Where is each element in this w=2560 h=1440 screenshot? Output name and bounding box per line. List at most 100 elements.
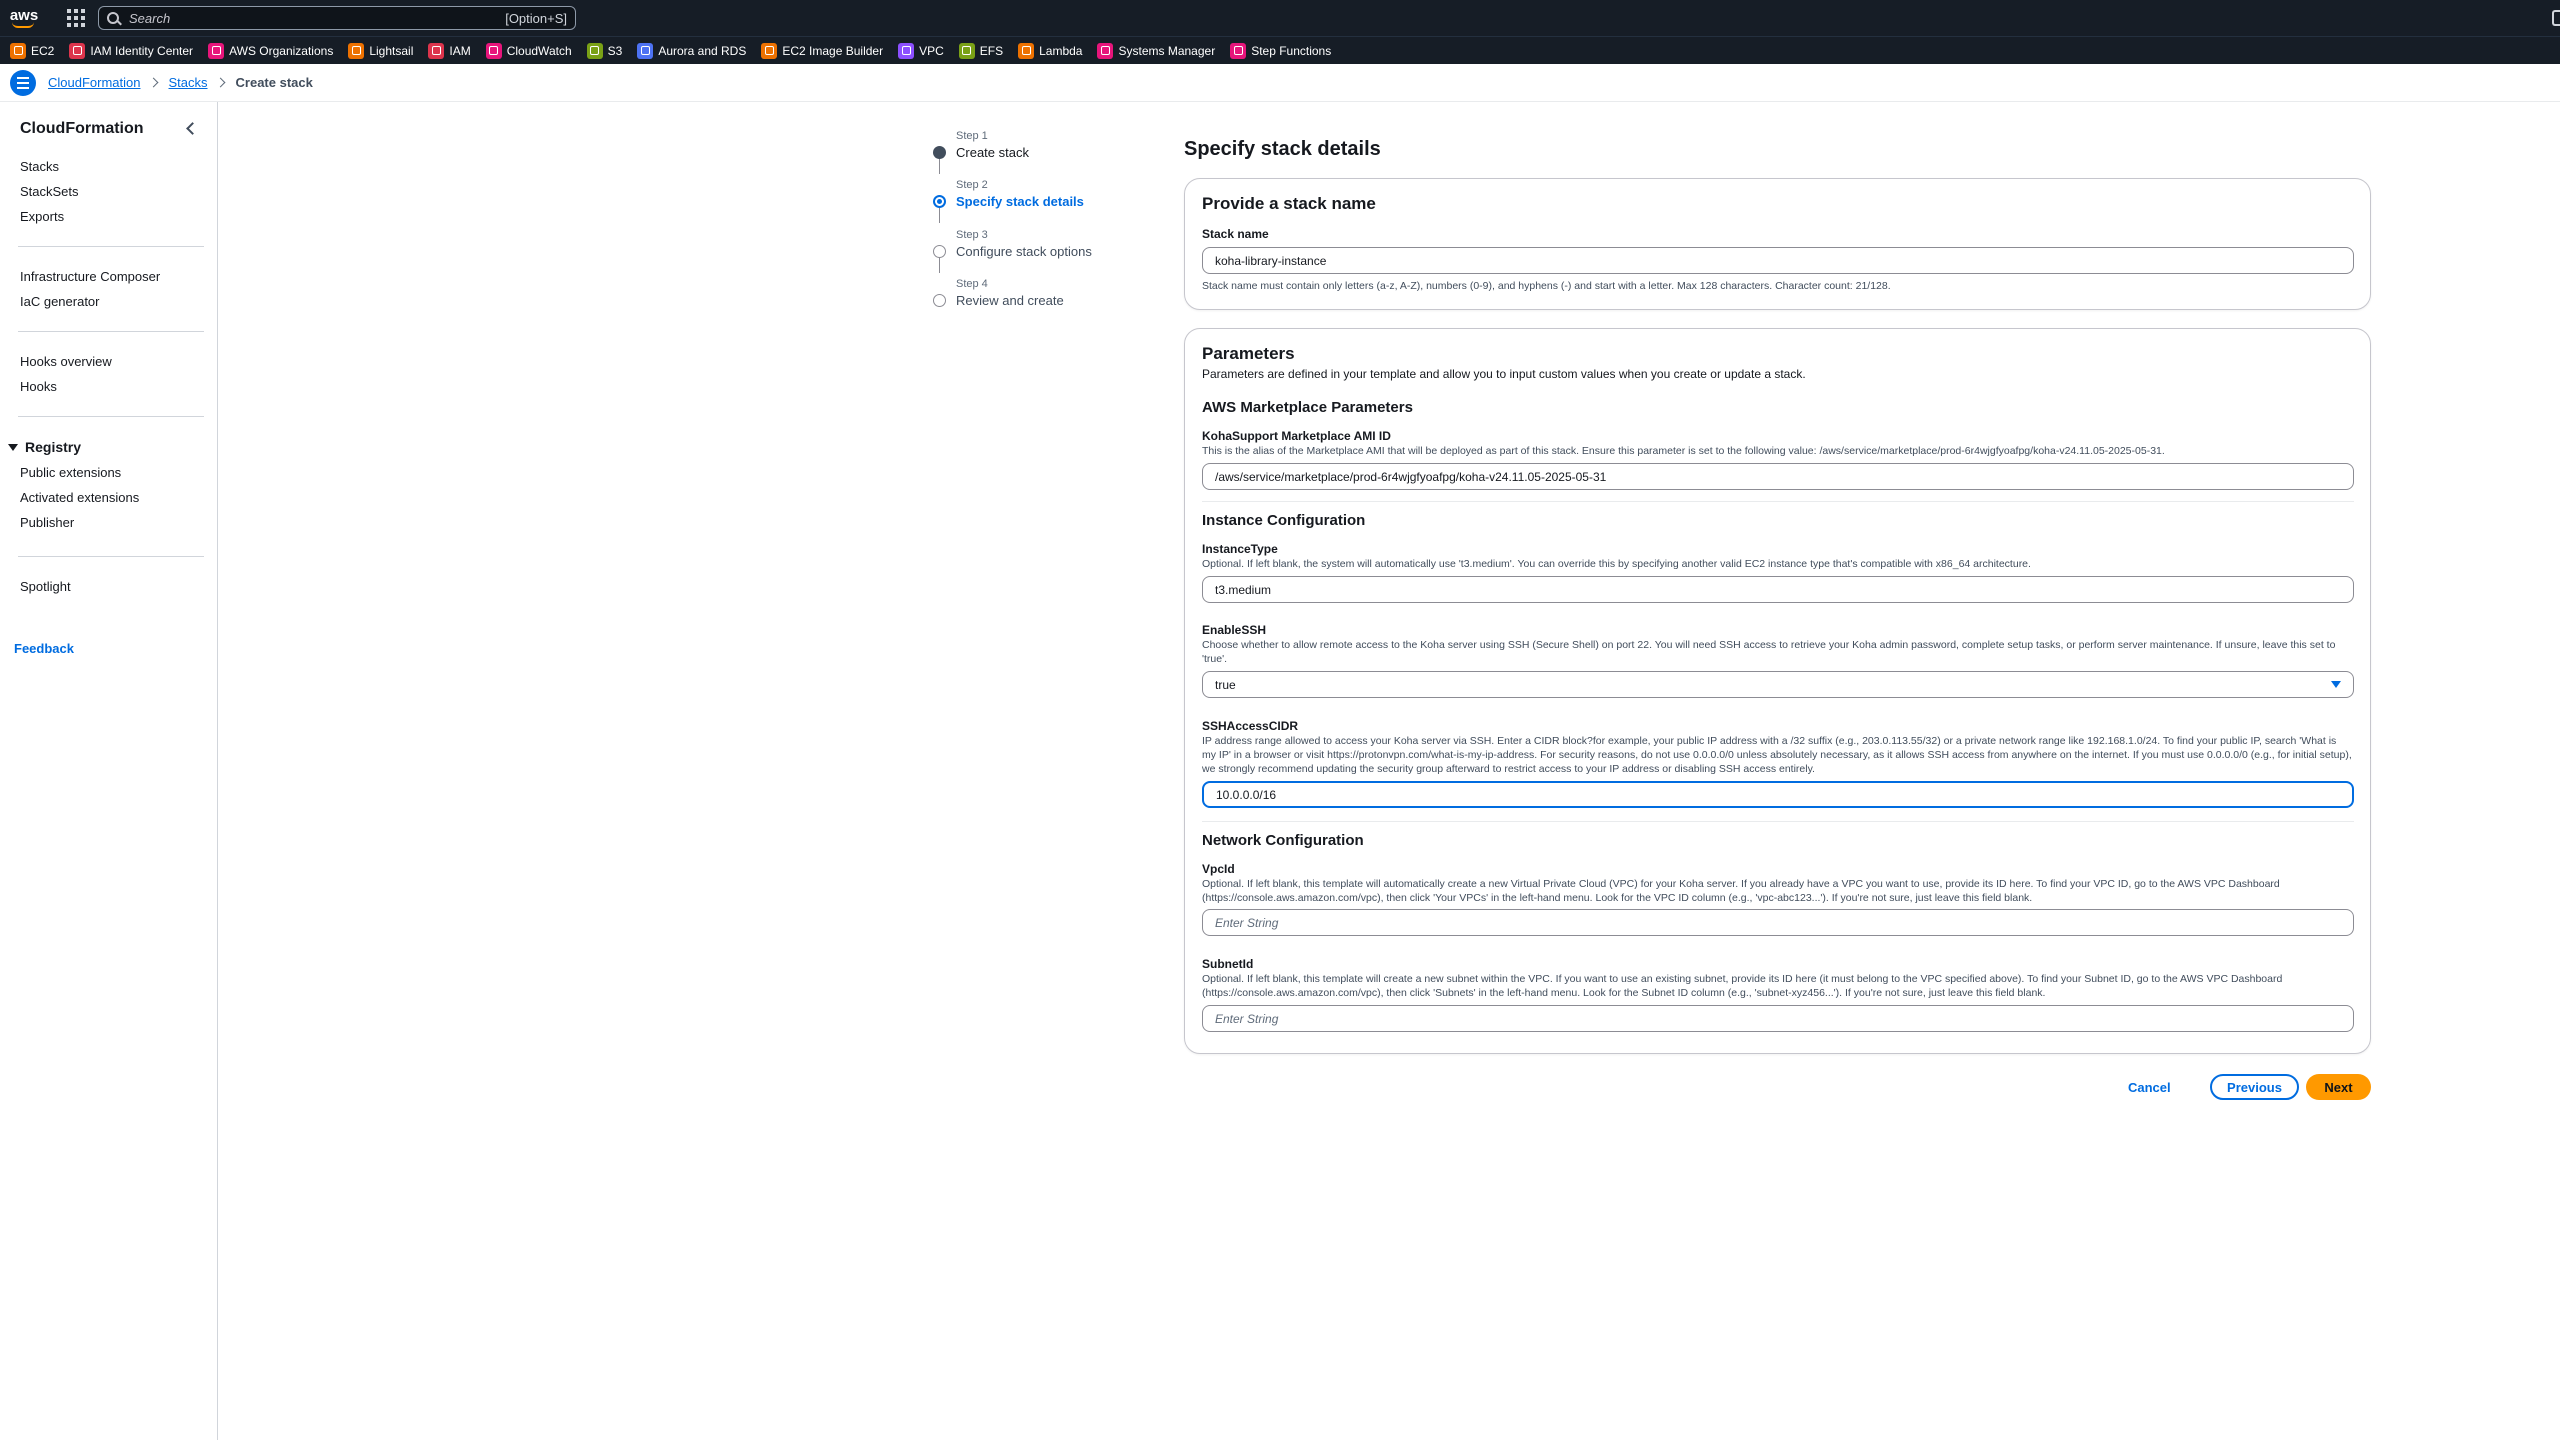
instance-type-label: InstanceType (1202, 542, 1278, 556)
lightsail-icon (348, 42, 365, 59)
favorite-systems-manager[interactable]: Systems Manager (1097, 42, 1216, 59)
favorite-label: EC2 Image Builder (782, 43, 884, 58)
stack-name-input[interactable] (1202, 247, 2354, 274)
chevron-right-icon (215, 77, 225, 88)
favorite-ec2-image-builder[interactable]: EC2 Image Builder (761, 42, 884, 59)
sidebar-item-activated-extensions[interactable]: Activated extensions (20, 490, 139, 505)
sidebar-item-stacks[interactable]: Stacks (20, 159, 59, 174)
feedback-link[interactable]: Feedback (14, 641, 74, 656)
parameters-container: Parameters Parameters are defined in you… (1184, 328, 2371, 1054)
panel-toggle-icon[interactable] (2552, 10, 2560, 26)
ec2-icon (10, 42, 26, 59)
favorite-ec2[interactable]: EC2 (10, 42, 54, 59)
vpc-id-input[interactable] (1202, 909, 2354, 936)
hamburger-menu-icon[interactable] (10, 69, 36, 96)
iam-identity-center-icon (69, 42, 86, 59)
vpc-id-description: Optional. If left blank, this template w… (1202, 878, 2280, 904)
caret-down-icon (8, 443, 18, 451)
search-shortcut: [Option+S] (505, 10, 567, 26)
vpc-id-label: VpcId (1202, 862, 1235, 876)
subnet-id-input[interactable] (1202, 1005, 2354, 1032)
favorite-label: EFS (979, 43, 1004, 58)
sidebar-item-public-extensions[interactable]: Public extensions (20, 465, 121, 480)
favorite-iam[interactable]: IAM (428, 42, 471, 59)
favorite-label: IAM Identity Center (90, 43, 194, 58)
section-divider (1202, 501, 2354, 502)
favorite-label: Systems Manager (1118, 43, 1216, 58)
sidebar-item-infrastructure-composer[interactable]: Infrastructure Composer (20, 269, 160, 284)
page-title: Specify stack details (1184, 138, 1381, 160)
services-grid-icon[interactable] (62, 4, 90, 32)
parameters-description: Parameters are defined in your template … (1202, 367, 1806, 381)
search-input[interactable]: Search [Option+S] (98, 6, 576, 30)
ssh-cidr-description: IP address range allowed to access your … (1202, 735, 2352, 775)
favorites-bar: EC2 IAM Identity Center AWS Organization… (0, 36, 2560, 64)
ssh-cidr-input[interactable] (1202, 781, 2354, 808)
aws-logo[interactable]: aws (0, 0, 48, 36)
ami-id-label: KohaSupport Marketplace AMI ID (1202, 429, 1391, 443)
sidebar-item-iac-generator[interactable]: IaC generator (20, 294, 100, 309)
sidebar-item-publisher[interactable]: Publisher (20, 515, 74, 530)
favorite-label: IAM (449, 43, 471, 58)
sidebar-section-registry[interactable]: Registry (8, 439, 81, 455)
favorite-lambda[interactable]: Lambda (1018, 42, 1083, 59)
sidebar-item-exports[interactable]: Exports (20, 209, 64, 224)
breadcrumb-current: Create stack (235, 75, 313, 90)
next-button[interactable]: Next (2306, 1074, 2371, 1100)
section-divider (1202, 821, 2354, 822)
sidebar-section-label: Registry (25, 439, 82, 455)
ami-id-input[interactable] (1202, 463, 2354, 490)
favorite-vpc[interactable]: VPC (898, 42, 944, 59)
instance-type-input[interactable] (1202, 576, 2354, 603)
search-placeholder: Search (129, 10, 171, 26)
sidebar-divider (18, 416, 204, 417)
chevron-right-icon (148, 77, 158, 88)
stack-name-container: Provide a stack name Stack name Stack na… (1184, 178, 2371, 310)
cloudwatch-icon (485, 42, 502, 59)
favorite-label: Lightsail (369, 43, 414, 58)
step-3-label: Configure stack options (956, 244, 1092, 259)
favorite-iam-identity-center[interactable]: IAM Identity Center (69, 42, 194, 59)
favorite-lightsail[interactable]: Lightsail (348, 42, 414, 59)
aws-organizations-icon (208, 42, 225, 59)
sidebar-item-stacksets[interactable]: StackSets (20, 184, 79, 199)
sidebar-item-hooks-overview[interactable]: Hooks overview (20, 354, 112, 369)
favorite-s3[interactable]: S3 (586, 42, 623, 59)
step-4-number: Step 4 (956, 278, 988, 290)
step-4-label: Review and create (956, 293, 1064, 308)
aws-smile-icon (12, 22, 34, 28)
favorite-aws-organizations[interactable]: AWS Organizations (208, 42, 333, 59)
breadcrumb-cloudformation[interactable]: CloudFormation (48, 75, 141, 90)
stack-name-hint: Stack name must contain only letters (a-… (1202, 280, 1891, 292)
favorite-label: S3 (607, 43, 623, 58)
sidebar-divider (18, 556, 204, 557)
stack-name-heading: Provide a stack name (1202, 194, 1376, 213)
instance-config-heading: Instance Configuration (1202, 512, 1366, 529)
side-navigation: CloudFormation Stacks StackSets Exports … (0, 102, 218, 1440)
ec2-image-builder-icon (761, 42, 778, 59)
step-pending-icon (933, 245, 946, 258)
ssh-cidr-label: SSHAccessCIDR (1202, 719, 1299, 733)
step-1-label[interactable]: Create stack (956, 145, 1029, 160)
favorite-efs[interactable]: EFS (958, 42, 1004, 59)
efs-icon (958, 42, 975, 59)
sidebar-divider (18, 331, 204, 332)
favorite-aurora-rds[interactable]: Aurora and RDS (637, 42, 746, 59)
favorite-step-functions[interactable]: Step Functions (1230, 42, 1332, 59)
top-navigation: aws Search [Option+S] (0, 0, 2560, 36)
favorite-label: VPC (919, 43, 944, 58)
previous-button[interactable]: Previous (2210, 1074, 2299, 1100)
favorite-label: Lambda (1039, 43, 1083, 58)
favorite-label: Step Functions (1251, 43, 1332, 58)
sidebar-item-hooks[interactable]: Hooks (20, 379, 57, 394)
sidebar-item-spotlight[interactable]: Spotlight (20, 579, 71, 594)
cancel-button[interactable]: Cancel (2128, 1075, 2171, 1099)
collapse-sidebar-icon[interactable] (186, 122, 199, 135)
favorite-cloudwatch[interactable]: CloudWatch (485, 42, 572, 59)
instance-type-description: Optional. If left blank, the system will… (1202, 558, 2031, 570)
step-functions-icon (1230, 42, 1247, 59)
sidebar-divider (18, 246, 204, 247)
enable-ssh-select[interactable]: true (1202, 671, 2354, 698)
breadcrumb-stacks[interactable]: Stacks (169, 75, 208, 90)
sidebar-title[interactable]: CloudFormation (20, 120, 144, 138)
